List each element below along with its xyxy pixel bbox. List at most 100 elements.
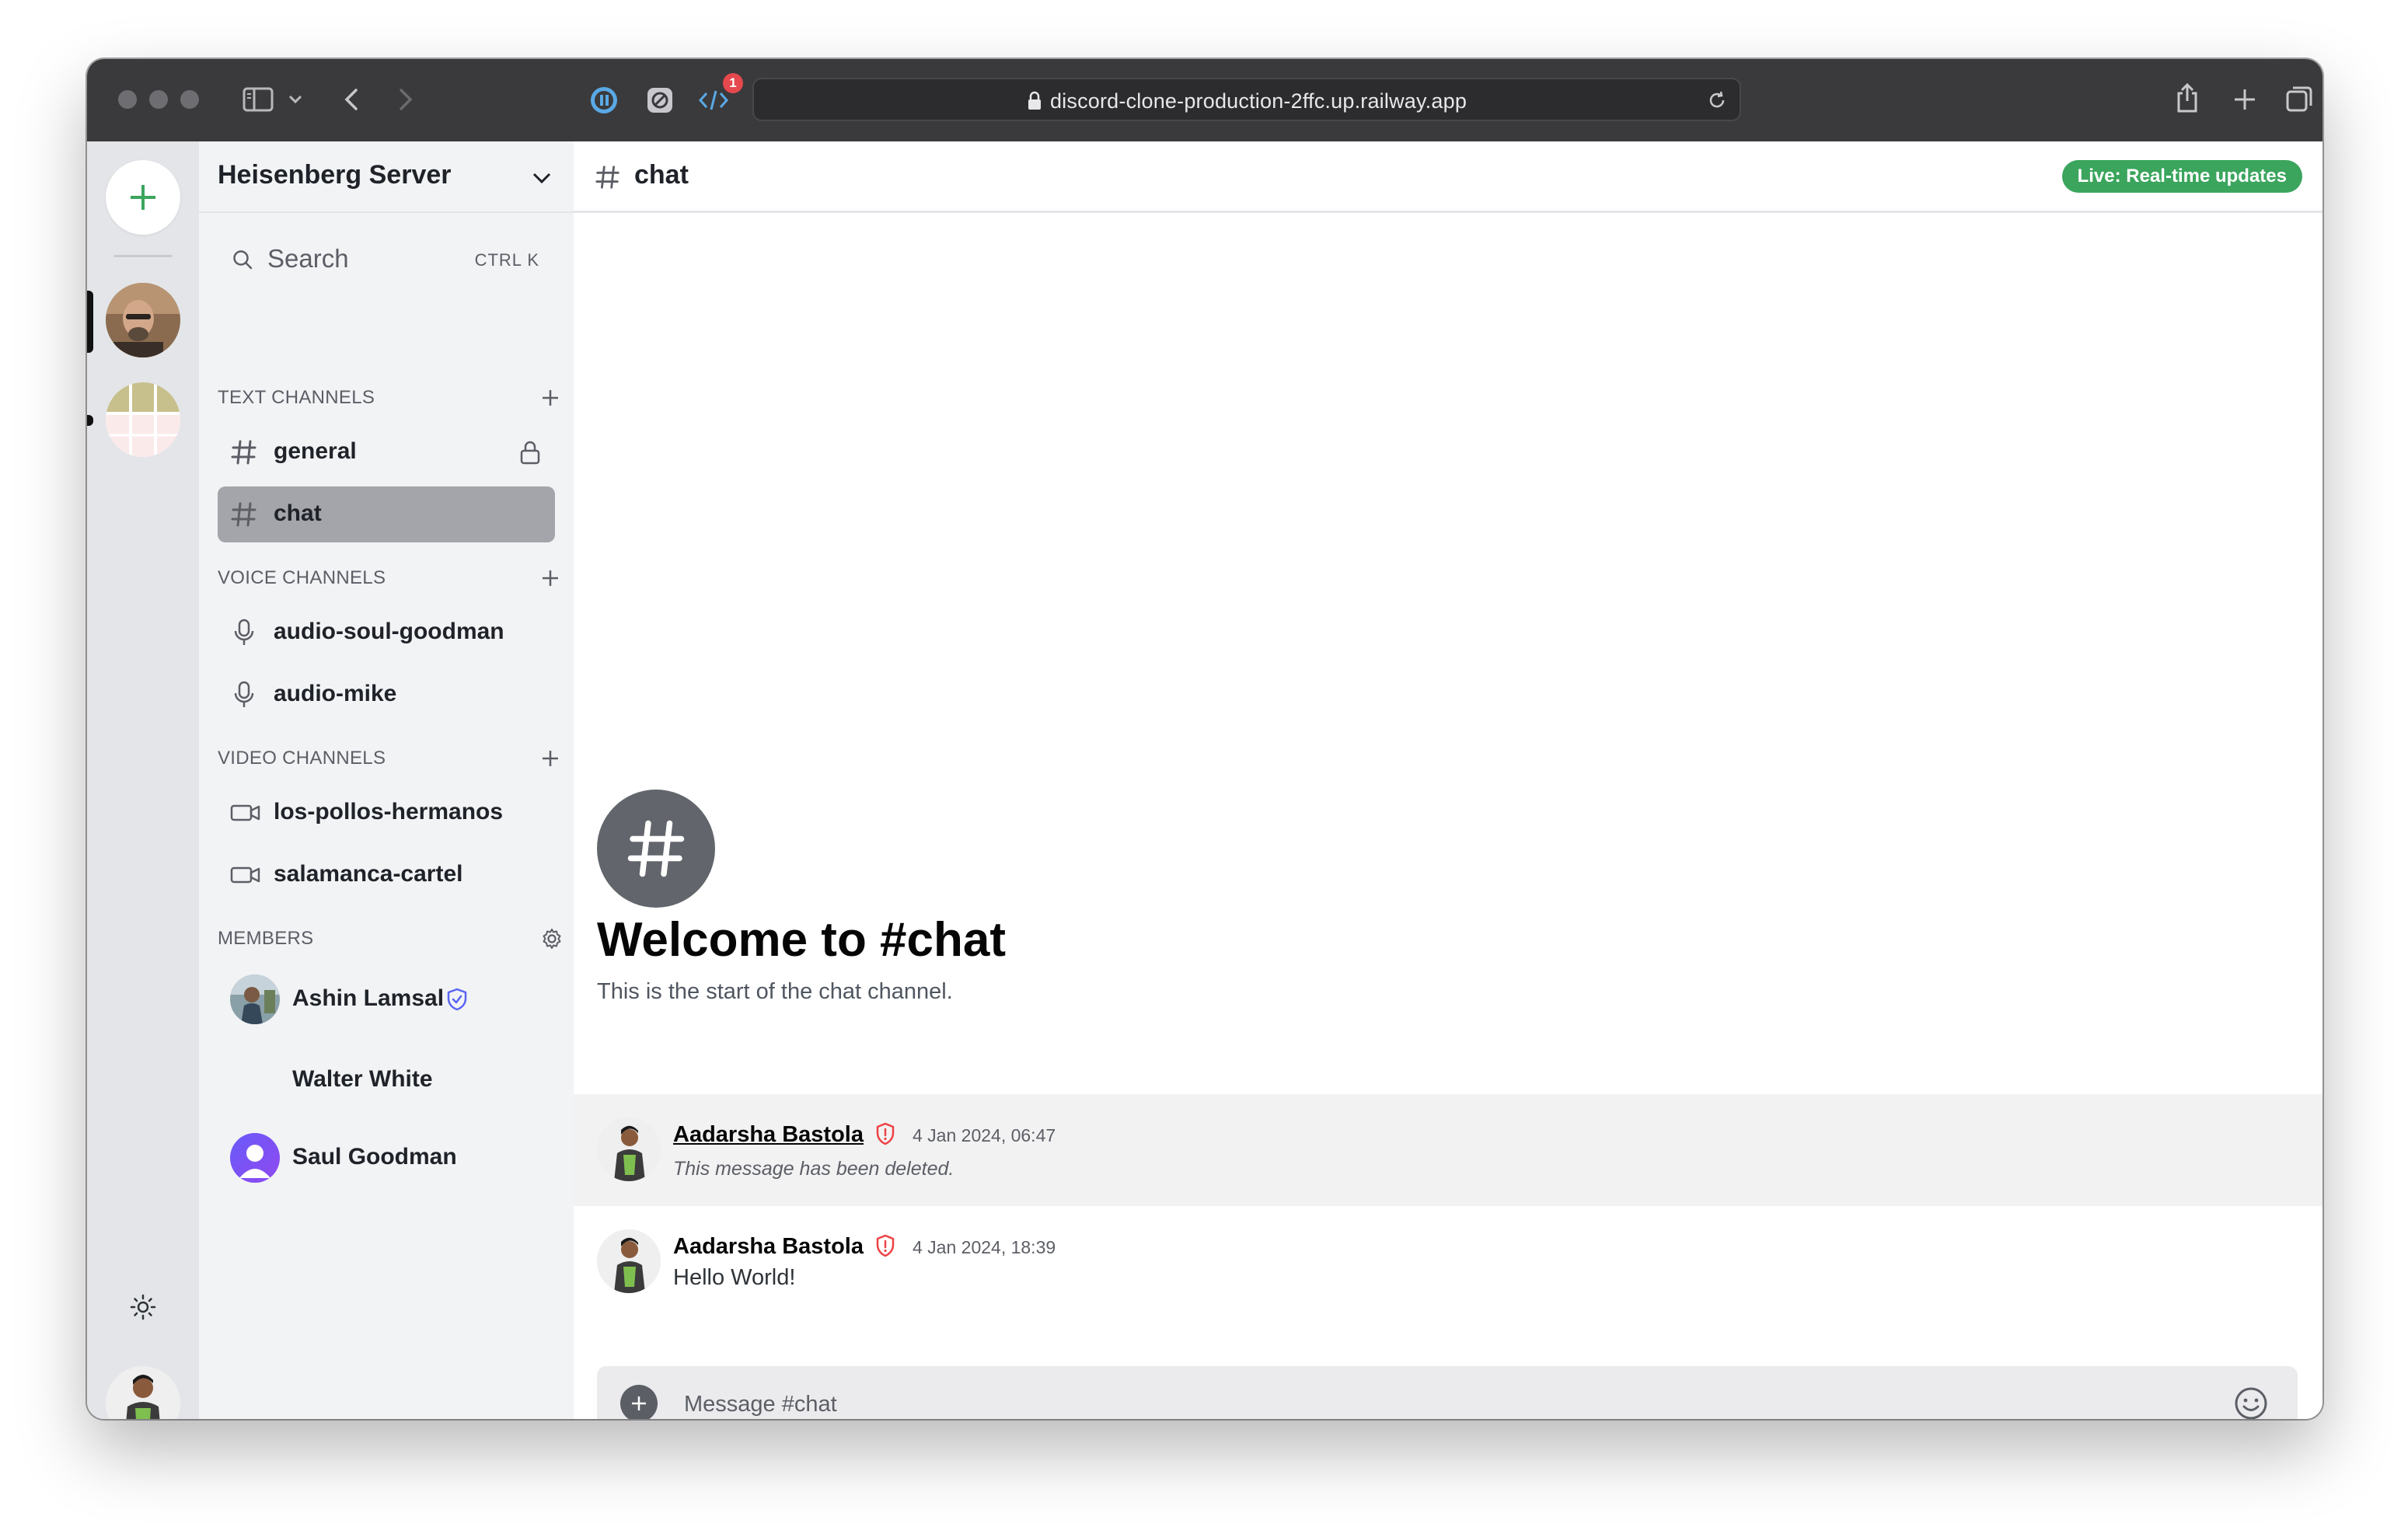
attach-file-button[interactable] bbox=[620, 1385, 658, 1419]
browser-toolbar: 1 discord-clone-production-2ffc.up.railw… bbox=[87, 59, 2322, 141]
channel-label: audio-soul-goodman bbox=[274, 619, 504, 644]
search-icon bbox=[230, 247, 255, 272]
theme-toggle-icon[interactable] bbox=[126, 1290, 160, 1324]
plus-icon bbox=[131, 185, 155, 210]
text-channels-title: TEXT CHANNELS bbox=[218, 387, 375, 408]
chat-main: chat Live: Real-time updates Welcome to … bbox=[574, 141, 2322, 1419]
emoji-picker-icon[interactable] bbox=[2232, 1385, 2270, 1419]
channel-label: audio-mike bbox=[274, 681, 397, 706]
search-shortcut: CTRL K bbox=[474, 250, 539, 270]
hash-icon bbox=[230, 438, 258, 470]
channel-item-audio-soul-goodman[interactable]: audio-soul-goodman bbox=[218, 605, 555, 661]
manage-members-gear-icon[interactable] bbox=[539, 926, 564, 951]
members-title: MEMBERS bbox=[218, 928, 314, 949]
tab-overview-icon[interactable] bbox=[2284, 82, 2315, 115]
channel-item-chat[interactable]: chat bbox=[218, 486, 555, 542]
plus-icon bbox=[632, 1396, 646, 1410]
welcome-subtitle: This is the start of the chat channel. bbox=[597, 979, 953, 1004]
microphone-icon bbox=[230, 681, 258, 713]
channel-label: chat bbox=[274, 500, 322, 526]
member-item-saul-goodman[interactable]: Saul Goodman bbox=[218, 1127, 555, 1189]
server-header[interactable]: Heisenberg Server bbox=[199, 141, 574, 213]
channel-sidebar: Heisenberg Server Search CTRL K TEXT CHA… bbox=[199, 141, 574, 1419]
avatar[interactable] bbox=[597, 1117, 661, 1181]
url-row: discord-clone-production-2ffc.up.railway… bbox=[754, 89, 1740, 113]
message-author[interactable]: Aadarsha Bastola bbox=[673, 1234, 864, 1260]
voice-channels-title: VOICE CHANNELS bbox=[218, 567, 386, 588]
hash-icon bbox=[627, 820, 685, 877]
server-rail bbox=[87, 141, 199, 1419]
channel-item-audio-mike[interactable]: audio-mike bbox=[218, 667, 555, 723]
blocker-extension-icon[interactable] bbox=[644, 84, 676, 117]
microphone-icon bbox=[230, 619, 258, 650]
message-composer bbox=[597, 1366, 2298, 1419]
add-voice-channel-icon[interactable] bbox=[539, 567, 561, 589]
message-input[interactable] bbox=[682, 1386, 2162, 1419]
channel-header: chat Live: Real-time updates bbox=[574, 141, 2322, 213]
lock-icon bbox=[519, 440, 541, 469]
channel-label: general bbox=[274, 438, 357, 464]
chevron-down-icon[interactable] bbox=[286, 90, 305, 109]
minimize-window-button[interactable] bbox=[149, 90, 168, 109]
channel-hash-avatar bbox=[597, 790, 715, 908]
member-name: Saul Goodman bbox=[292, 1144, 457, 1170]
active-server-indicator bbox=[87, 291, 93, 353]
moderator-shield-icon bbox=[445, 987, 469, 1012]
user-profile-avatar[interactable] bbox=[106, 1366, 180, 1419]
admin-shield-icon bbox=[875, 1234, 895, 1261]
server-second-avatar[interactable] bbox=[106, 382, 180, 457]
member-item-walter-white[interactable]: Walter White bbox=[218, 1049, 555, 1111]
avatar bbox=[230, 1133, 280, 1183]
add-server-button[interactable] bbox=[106, 160, 180, 235]
welcome-title: Welcome to #chat bbox=[597, 913, 1007, 967]
new-tab-icon[interactable] bbox=[2229, 84, 2260, 115]
member-item-ashin-lamsal[interactable]: Ashin Lamsal bbox=[218, 968, 555, 1030]
unread-server-indicator bbox=[87, 415, 93, 426]
chevron-down-icon[interactable] bbox=[530, 166, 553, 190]
forward-icon[interactable] bbox=[393, 85, 418, 113]
extension-badge: 1 bbox=[723, 73, 743, 93]
zoom-window-button[interactable] bbox=[180, 90, 199, 109]
back-icon[interactable] bbox=[339, 85, 364, 113]
channel-label: salamanca-cartel bbox=[274, 861, 463, 887]
message-timestamp: 4 Jan 2024, 18:39 bbox=[913, 1237, 1056, 1257]
search-label: Search bbox=[267, 244, 349, 273]
lock-icon bbox=[1028, 91, 1041, 110]
avatar bbox=[230, 974, 280, 1024]
hash-icon bbox=[594, 163, 622, 191]
address-bar[interactable]: discord-clone-production-2ffc.up.railway… bbox=[752, 78, 1741, 121]
message-item[interactable]: Aadarsha Bastola 4 Jan 2024, 06:47 This … bbox=[574, 1094, 2322, 1206]
video-camera-icon bbox=[230, 799, 261, 831]
channel-item-salamanca-cartel[interactable]: salamanca-cartel bbox=[218, 847, 555, 903]
live-status-badge: Live: Real-time updates bbox=[2061, 160, 2302, 193]
video-channels-title: VIDEO CHANNELS bbox=[218, 748, 386, 769]
channel-label: los-pollos-hermanos bbox=[274, 799, 504, 825]
channel-item-general[interactable]: general bbox=[218, 424, 555, 480]
channel-item-los-pollos-hermanos[interactable]: los-pollos-hermanos bbox=[218, 785, 555, 841]
video-camera-icon bbox=[230, 861, 261, 893]
share-icon[interactable] bbox=[2172, 79, 2203, 117]
message-timestamp: 4 Jan 2024, 06:47 bbox=[913, 1125, 1056, 1145]
sidebar-toggle-icon[interactable] bbox=[239, 84, 277, 115]
avatar[interactable] bbox=[597, 1229, 661, 1293]
admin-shield-icon bbox=[875, 1122, 895, 1149]
hash-icon bbox=[230, 500, 258, 532]
member-name: Ashin Lamsal bbox=[292, 985, 445, 1011]
rail-divider bbox=[113, 255, 173, 257]
message-content: This message has been deleted. bbox=[673, 1158, 954, 1180]
message-item[interactable]: Aadarsha Bastola 4 Jan 2024, 18:39 Hello… bbox=[574, 1206, 2322, 1318]
server-heisenberg-avatar[interactable] bbox=[106, 283, 180, 357]
search-button[interactable]: Search CTRL K bbox=[218, 238, 555, 281]
add-text-channel-icon[interactable] bbox=[539, 387, 561, 409]
channel-title: chat bbox=[634, 160, 689, 190]
browser-window: 1 discord-clone-production-2ffc.up.railw… bbox=[87, 59, 2322, 1419]
message-author[interactable]: Aadarsha Bastola bbox=[673, 1122, 864, 1148]
member-name: Walter White bbox=[292, 1066, 433, 1092]
message-content: Hello World! bbox=[673, 1265, 796, 1290]
close-window-button[interactable] bbox=[118, 90, 137, 109]
server-name: Heisenberg Server bbox=[218, 160, 452, 190]
add-video-channel-icon[interactable] bbox=[539, 748, 561, 769]
url-text: discord-clone-production-2ffc.up.railway… bbox=[1049, 89, 1467, 113]
pause-extension-icon[interactable] bbox=[588, 84, 620, 117]
reload-icon[interactable] bbox=[1705, 89, 1729, 112]
